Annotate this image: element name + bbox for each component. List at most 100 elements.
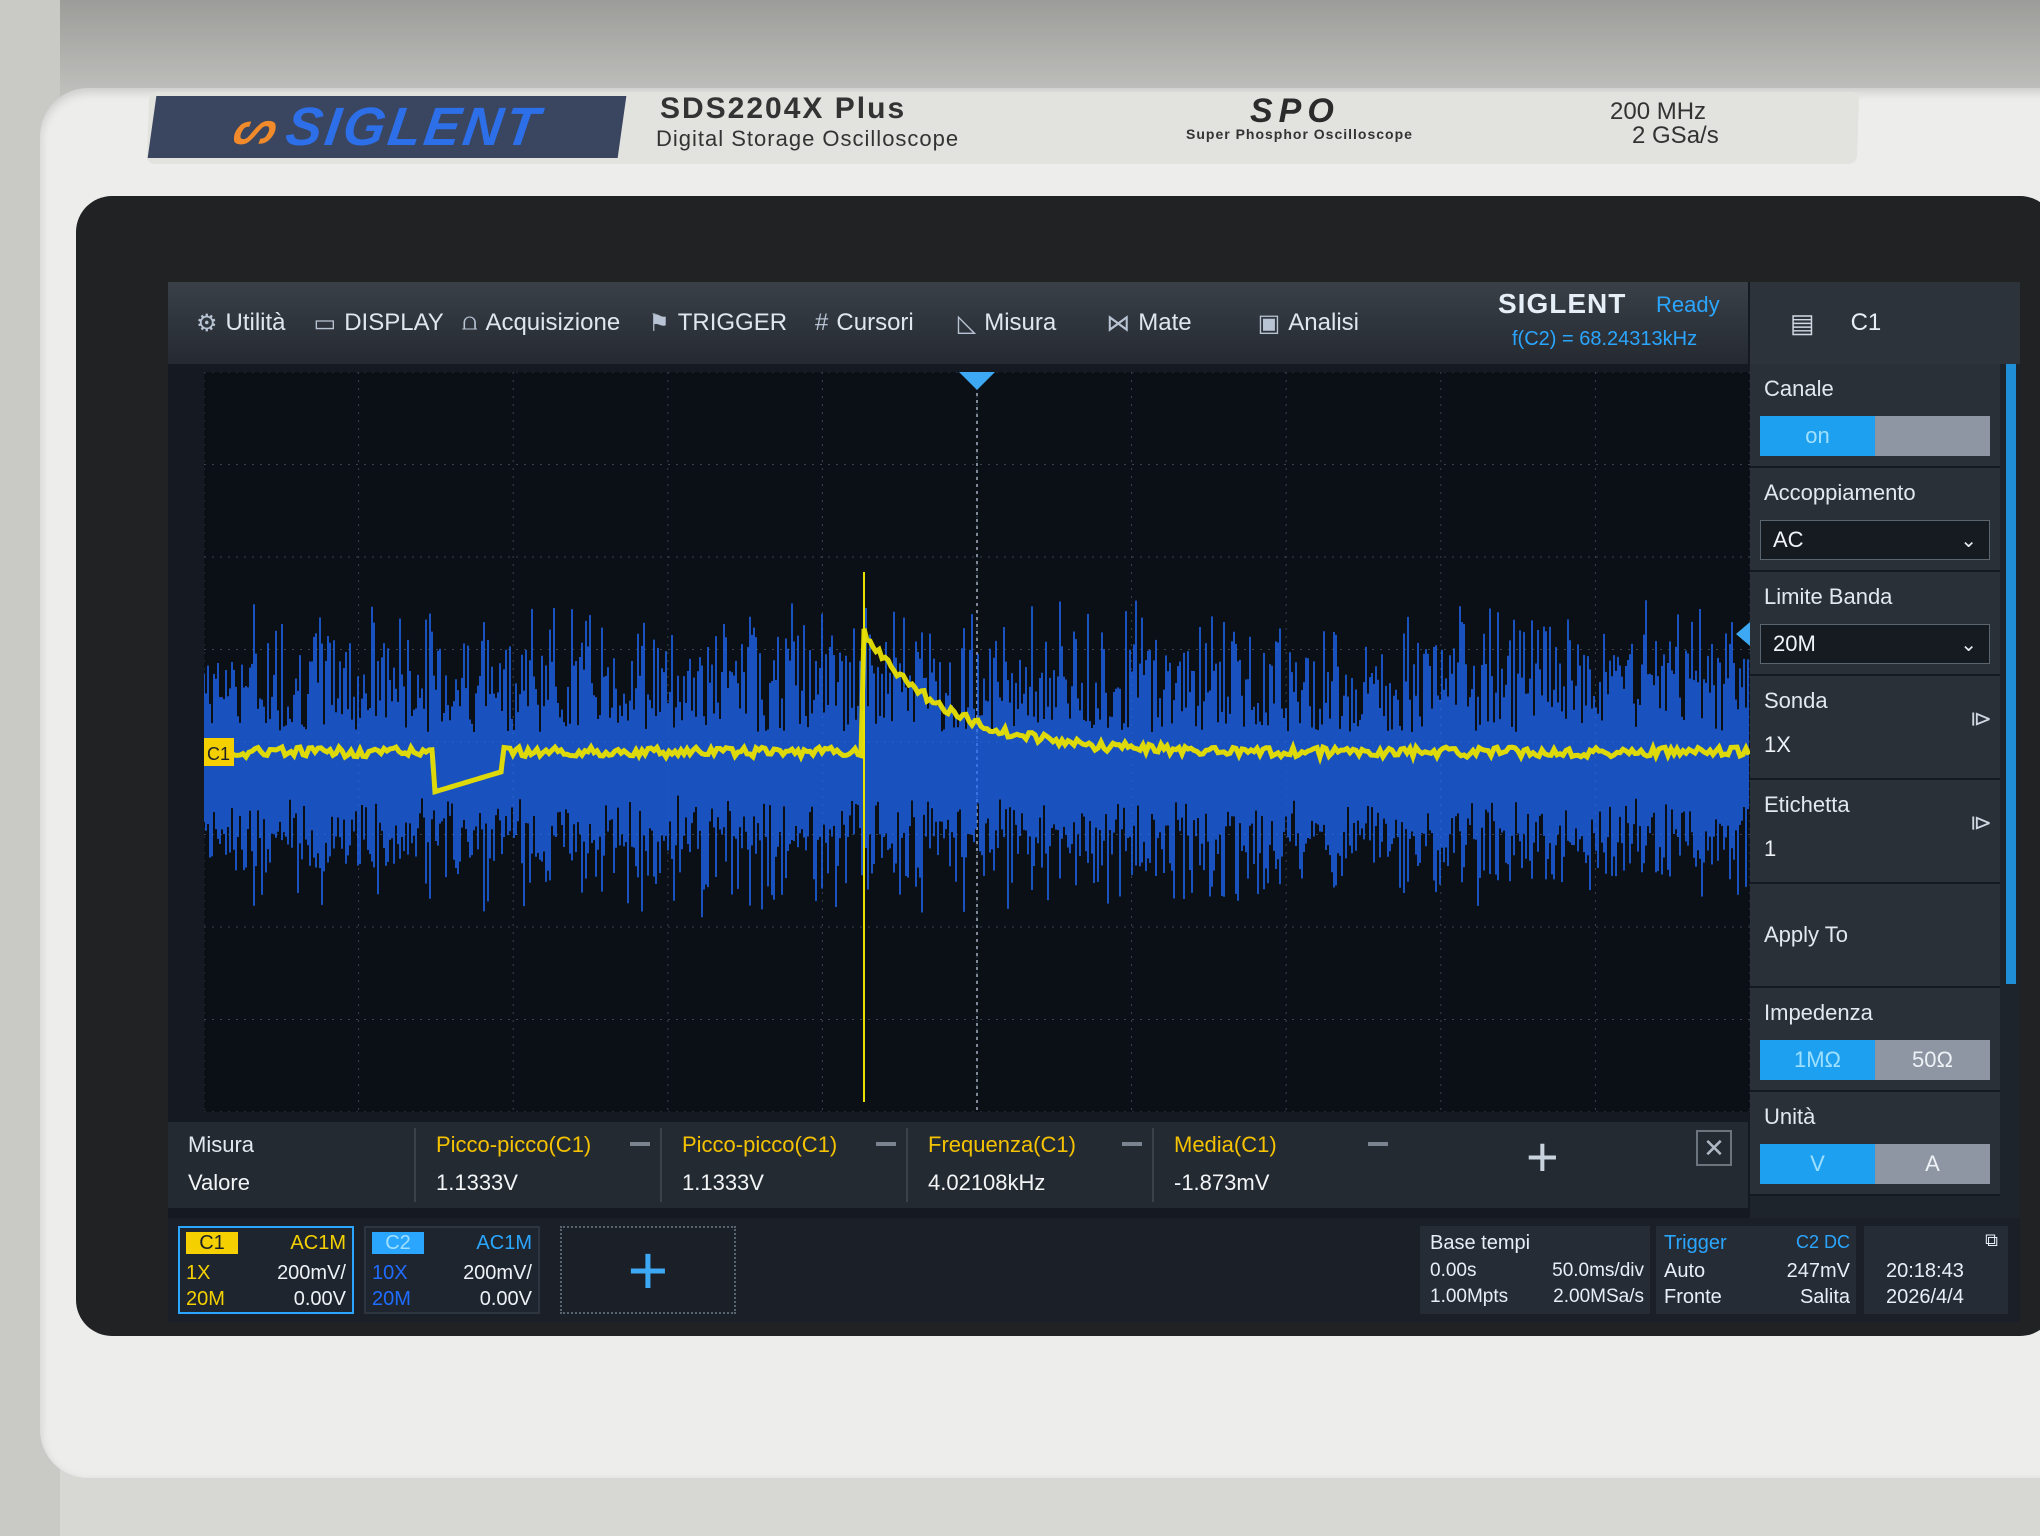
waveform-area[interactable]: C1 (204, 372, 1750, 1112)
menu-label: Utilità (225, 309, 286, 336)
logo-text: SIGLENT (282, 97, 546, 157)
unita-v[interactable]: V (1760, 1144, 1875, 1184)
menu-label: Mate (1138, 309, 1192, 336)
model-description: Digital Storage Oscilloscope (656, 126, 960, 151)
measure-icon: ◺ (957, 309, 977, 337)
canale-on[interactable]: on (1760, 416, 1875, 456)
sonda-section[interactable]: Sonda 1X ⧐ (1750, 676, 2000, 780)
chevron-down-icon: ⌄ (1960, 633, 1977, 656)
impedenza-toggle[interactable]: 1MΩ 50Ω (1760, 1040, 1990, 1080)
timebase-box[interactable]: Base tempi 0.00s 50.0ms/div 1.00Mpts 2.0… (1420, 1226, 1650, 1314)
etichetta-section[interactable]: Etichetta 1 ⧐ (1750, 780, 2000, 884)
channel-2-coupling: AC1M (476, 1232, 532, 1254)
measurement-bar: Misura Valore Picco-picco(C1) 1.1333V Pi… (168, 1122, 1748, 1208)
spo-description: Super Phosphor Oscilloscope (1186, 126, 1413, 142)
menu-display[interactable]: ▭ DISPLAY (314, 309, 444, 338)
network-icon: ⧉ (1985, 1230, 1998, 1250)
channel-2-box[interactable]: C2 AC1M 10X 200mV/ 20M 0.00V (364, 1226, 540, 1314)
canale-section: Canale on (1750, 364, 2000, 468)
limite-banda-select[interactable]: 20M ⌄ (1760, 624, 1990, 664)
measurement-remove-icon[interactable] (876, 1142, 896, 1146)
accoppiamento-section: Accoppiamento AC ⌄ (1750, 468, 2000, 572)
panel-scrollbar[interactable] (2006, 364, 2016, 984)
canale-toggle[interactable]: on (1760, 416, 1990, 456)
measurement-value: 1.1333V (436, 1170, 518, 1195)
channel-menu-header: ▤ C1 (1750, 282, 2020, 364)
waveform-canvas: C1 (204, 372, 1750, 1112)
siglent-logo: ᔕ SIGLENT (147, 96, 627, 158)
unita-a[interactable]: A (1875, 1144, 1990, 1184)
impedenza-label: Impedenza (1764, 1000, 1873, 1025)
channel-1-probe: 1X (186, 1262, 211, 1284)
channel-2-scale: 200mV/ (463, 1262, 532, 1284)
canale-off[interactable] (1875, 416, 1990, 456)
menu-label: DISPLAY (344, 309, 444, 336)
sonda-value: 1X (1764, 732, 1791, 757)
run-status[interactable]: Ready (1656, 292, 1720, 318)
apply-to-section[interactable]: Apply To (1750, 884, 2000, 988)
close-icon[interactable]: ✕ (1696, 1130, 1732, 1166)
misura-label: Misura (188, 1132, 255, 1157)
trigger-position-marker (959, 372, 995, 390)
sonda-label: Sonda (1764, 688, 1828, 713)
channel-1-tag: C1 (186, 1232, 238, 1254)
measurement-item[interactable]: Picco-picco(C1) 1.1333V (660, 1128, 906, 1202)
analysis-icon: ▣ (1257, 309, 1281, 337)
accoppiamento-select[interactable]: AC ⌄ (1760, 520, 1990, 560)
status-logo: SIGLENT (1498, 288, 1627, 319)
measurement-remove-icon[interactable] (1368, 1142, 1388, 1146)
measurement-item[interactable]: Picco-picco(C1) 1.1333V (414, 1128, 660, 1202)
measurement-item[interactable]: Frequenza(C1) 4.02108kHz (906, 1128, 1152, 1202)
add-measurement-icon[interactable]: + (1526, 1124, 1559, 1189)
accoppiamento-value: AC (1773, 527, 1804, 552)
limite-banda-value: 20M (1773, 631, 1816, 656)
impedenza-1mohm[interactable]: 1MΩ (1760, 1040, 1875, 1080)
chevron-down-icon: ⌄ (1960, 529, 1977, 552)
limite-banda-label: Limite Banda (1764, 584, 1893, 609)
channel-1-offset: 0.00V (293, 1288, 346, 1310)
etichetta-value: 1 (1764, 836, 1777, 861)
trigger-box[interactable]: Trigger C2 DC Auto 247mV Fronte Salita (1656, 1226, 1856, 1314)
frequency-counter: f(C2) = 68.24313kHz (1512, 328, 1698, 350)
menu-bar: ⚙ Utilità ▭ DISPLAY ⩍ Acquisizione ⚑ TRIGGER… (168, 282, 1748, 364)
trigger-mode: Auto (1664, 1260, 1706, 1282)
channel-2-bw: 20M (372, 1288, 411, 1310)
measurement-item[interactable]: Media(C1) -1.873mV (1152, 1128, 1398, 1202)
menu-mate[interactable]: ⋈ Mate (1106, 309, 1191, 338)
menu-label: Cursori (836, 309, 914, 336)
flag-icon: ⚑ (648, 309, 670, 337)
channel-2-offset: 0.00V (479, 1288, 532, 1310)
trigger-level-marker (1736, 622, 1750, 646)
menu-analisi[interactable]: ▣ Analisi (1258, 309, 1359, 338)
measurement-name: Frequenza(C1) (928, 1132, 1076, 1157)
channel-2-tag: C2 (372, 1232, 424, 1254)
menu-label: Misura (984, 309, 1057, 336)
measurement-remove-icon[interactable] (1122, 1142, 1142, 1146)
cursor-grid-icon: # (815, 309, 829, 336)
impedenza-50ohm[interactable]: 50Ω (1875, 1040, 1990, 1080)
limite-banda-section: Limite Banda 20M ⌄ (1750, 572, 2000, 676)
clock-time: 20:18:43 (1886, 1260, 1964, 1282)
accoppiamento-label: Accoppiamento (1764, 480, 1916, 505)
channel-2-probe: 10X (372, 1262, 408, 1284)
menu-acquisizione[interactable]: ⩍ Acquisizione (462, 309, 620, 337)
menu-cursori[interactable]: # Cursori (815, 309, 914, 337)
add-channel-button[interactable]: + (560, 1226, 736, 1314)
measurement-remove-icon[interactable] (630, 1142, 650, 1146)
submenu-arrow-icon: ⧐ (1970, 810, 1992, 835)
measurement-value: -1.873mV (1174, 1170, 1270, 1195)
channel-1-coupling: AC1M (290, 1232, 346, 1254)
menu-misura[interactable]: ◺ Misura (958, 309, 1056, 338)
channel-1-box[interactable]: C1 AC1M 1X 200mV/ 20M 0.00V (178, 1226, 354, 1314)
menu-trigger[interactable]: ⚑ TRIGGER (648, 309, 787, 338)
menu-label: Analisi (1288, 309, 1359, 336)
measurement-value: 1.1333V (682, 1170, 764, 1195)
trigger-source: C2 DC (1795, 1232, 1850, 1252)
measurement-name: Picco-picco(C1) (682, 1132, 838, 1157)
clipboard-icon[interactable]: ▤ (1790, 308, 1815, 339)
impedenza-section: Impedenza 1MΩ 50Ω (1750, 988, 2000, 1092)
submenu-arrow-icon: ⧐ (1970, 706, 1992, 731)
unita-toggle[interactable]: V A (1760, 1144, 1990, 1184)
unita-label: Unità (1764, 1104, 1816, 1129)
menu-utilita[interactable]: ⚙ Utilità (196, 309, 286, 338)
